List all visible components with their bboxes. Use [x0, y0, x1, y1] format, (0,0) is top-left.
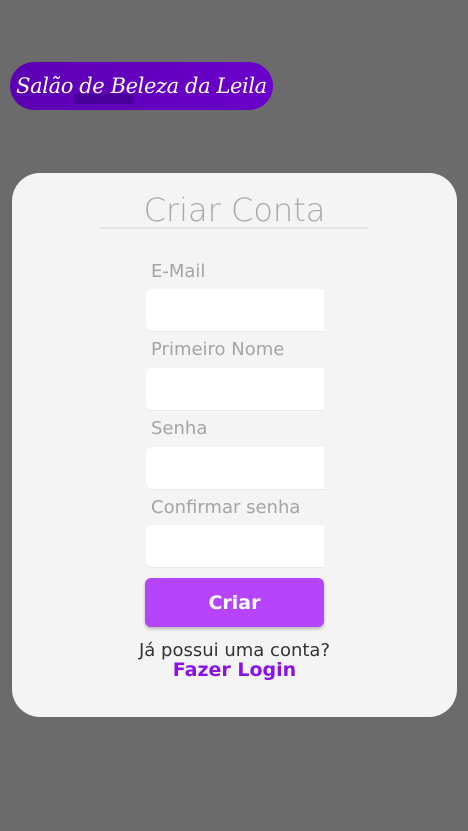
first-name-field[interactable]: [146, 368, 324, 410]
confirm-password-label: Confirmar senha: [151, 497, 301, 518]
password-label: Senha: [151, 418, 208, 439]
brand-pill[interactable]: Salão de Beleza da Leila: [10, 62, 273, 110]
password-field[interactable]: [146, 447, 324, 489]
signup-card: Criar Conta E-Mail Primeiro Nome Senha C…: [12, 173, 457, 717]
email-label: E-Mail: [151, 261, 206, 282]
page-title: Criar Conta: [143, 191, 326, 229]
create-account-button[interactable]: Criar: [145, 578, 324, 627]
confirm-password-field[interactable]: [146, 525, 324, 567]
brand-name: Salão de Beleza da Leila: [16, 74, 267, 98]
login-link[interactable]: Fazer Login: [12, 659, 457, 681]
email-field[interactable]: [146, 289, 324, 331]
login-prompt: Já possui uma conta?: [138, 640, 331, 661]
title-divider: [100, 227, 368, 229]
first-name-label: Primeiro Nome: [151, 339, 285, 360]
